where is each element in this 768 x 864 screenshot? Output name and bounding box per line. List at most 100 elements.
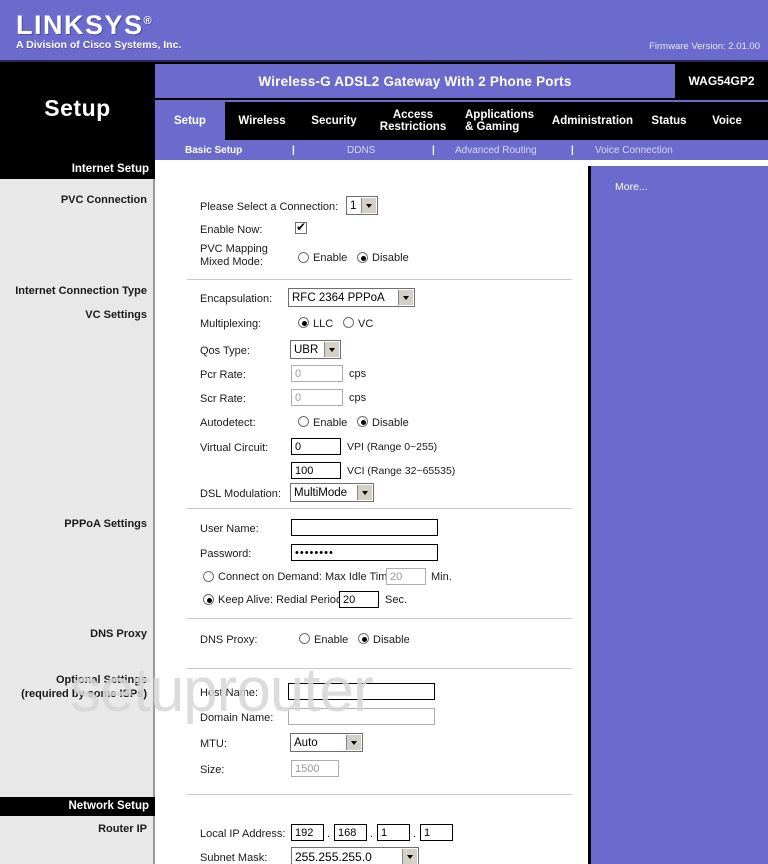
label-host-name: Host Name:: [200, 687, 259, 699]
multiplexing-vc-label: VC: [358, 318, 374, 330]
label-size: Size:: [200, 764, 225, 776]
sidebar-item-vc-settings: VC Settings: [85, 309, 147, 321]
label-password: Password:: [200, 548, 252, 560]
multiplexing-llc-radio[interactable]: [298, 317, 309, 328]
dns-proxy-disable-radio[interactable]: [358, 633, 369, 644]
qos-type-dropdown[interactable]: UBR: [290, 340, 341, 359]
local-ip-octet-2[interactable]: [334, 824, 367, 841]
pvc-mapping-enable-radio[interactable]: [298, 252, 309, 263]
subnet-mask-value: 255.255.255.0: [295, 849, 372, 864]
tab-status[interactable]: Status: [640, 115, 698, 128]
dns-proxy-enable-radio[interactable]: [299, 633, 310, 644]
scr-rate-input[interactable]: [291, 389, 343, 406]
chevron-down-icon: [361, 198, 376, 213]
dsl-modulation-dropdown[interactable]: MultiMode: [290, 483, 374, 502]
chevron-down-icon: [402, 849, 417, 864]
keep-alive-label: Keep Alive: Redial Period: [218, 594, 343, 606]
section-label-column: Internet Setup PVC Connection Internet C…: [0, 160, 155, 864]
domain-name-input[interactable]: [288, 708, 435, 725]
max-idle-time-unit: Min.: [431, 571, 452, 583]
ip-separator-3: .: [413, 828, 417, 840]
autodetect-disable-radio[interactable]: [357, 416, 368, 427]
subnav-basic-setup[interactable]: Basic Setup: [185, 145, 242, 156]
label-select-connection: Please Select a Connection:: [200, 201, 339, 213]
dns-proxy-disable-label: Disable: [373, 634, 410, 646]
label-pcr-rate: Pcr Rate:: [200, 369, 246, 381]
model-name: Wireless-G ADSL2 Gateway With 2 Phone Po…: [258, 73, 572, 89]
logo-wordmark: LINKSYS®: [16, 10, 154, 40]
tab-access-restrictions[interactable]: Access Restrictions: [369, 109, 457, 134]
tab-administration[interactable]: Administration: [545, 115, 640, 128]
tab-wireless[interactable]: Wireless: [225, 115, 299, 128]
password-input[interactable]: [291, 544, 438, 561]
chevron-down-icon: [357, 485, 372, 500]
local-ip-octet-4[interactable]: [420, 824, 453, 841]
subnet-mask-dropdown[interactable]: 255.255.255.0: [291, 847, 419, 864]
label-dns-proxy: DNS Proxy:: [200, 634, 258, 646]
enable-now-checkbox[interactable]: [295, 220, 307, 234]
label-multiplexing: Multiplexing:: [200, 318, 262, 330]
tab-security[interactable]: Security: [299, 115, 369, 128]
sidebar-item-dns-proxy: DNS Proxy: [90, 628, 147, 640]
pvc-mapping-disable-radio[interactable]: [357, 252, 368, 263]
tab-applications-gaming[interactable]: Applications & Gaming: [457, 109, 545, 134]
vci-hint: VCI (Range 32~65535): [347, 465, 456, 477]
body-area: Internet Setup PVC Connection Internet C…: [0, 160, 768, 864]
mtu-dropdown[interactable]: Auto: [290, 733, 363, 752]
label-virtual-circuit: Virtual Circuit:: [200, 442, 269, 454]
max-idle-time-input[interactable]: [386, 568, 426, 585]
tab-setup[interactable]: Setup: [155, 102, 225, 140]
local-ip-octet-1[interactable]: [291, 824, 324, 841]
tab-group: Wireless Security Access Restrictions Ap…: [225, 102, 768, 140]
chevron-down-icon: [398, 290, 413, 305]
model-number: WAG54GP2: [688, 74, 755, 88]
label-pvc-mapping-line1: PVC Mapping: [200, 243, 268, 255]
qos-type-value: UBR: [294, 343, 319, 356]
router-admin-page: LINKSYS® A Division of Cisco Systems, In…: [0, 0, 768, 864]
ip-separator-1: .: [327, 828, 331, 840]
vpi-input[interactable]: [291, 438, 341, 455]
subnav-voice-connection[interactable]: Voice Connection: [595, 145, 673, 156]
encapsulation-dropdown[interactable]: RFC 2364 PPPoA: [288, 288, 415, 307]
brand-header: LINKSYS® A Division of Cisco Systems, In…: [0, 0, 768, 62]
select-connection-value: 1: [350, 199, 357, 212]
user-name-input[interactable]: [291, 519, 438, 536]
divider-3: [187, 618, 572, 619]
autodetect-enable-label: Enable: [313, 417, 348, 429]
pvc-mapping-enable-label: Enable: [313, 252, 348, 264]
firmware-version: Firmware Version: 2.01.00: [649, 41, 760, 52]
vci-input[interactable]: [291, 462, 341, 479]
sidebar-item-optional-settings: Optional Settings: [55, 674, 147, 686]
select-connection-dropdown[interactable]: 1: [346, 196, 378, 215]
multiplexing-llc-label: LLC: [313, 318, 334, 330]
subnav-separator-2: |: [432, 144, 435, 156]
host-name-input[interactable]: [288, 683, 435, 700]
connect-on-demand-label: Connect on Demand: Max Idle Time: [218, 571, 394, 583]
help-panel: More...: [588, 166, 768, 864]
logo-tagline: A Division of Cisco Systems, Inc.: [16, 39, 182, 51]
local-ip-octet-3[interactable]: [377, 824, 410, 841]
keep-alive-radio[interactable]: [203, 594, 214, 605]
subnav-ddns[interactable]: DDNS: [347, 145, 375, 156]
dsl-modulation-value: MultiMode: [294, 486, 348, 499]
subnav-advanced-routing[interactable]: Advanced Routing: [455, 145, 537, 156]
autodetect-disable-label: Disable: [372, 417, 409, 429]
pcr-rate-unit: cps: [349, 368, 367, 380]
model-strip: Wireless-G ADSL2 Gateway With 2 Phone Po…: [155, 62, 768, 100]
pcr-rate-input[interactable]: [291, 365, 343, 382]
multiplexing-vc-radio[interactable]: [343, 317, 354, 328]
label-enable-now: Enable Now:: [200, 224, 263, 236]
chevron-down-icon: [324, 342, 339, 357]
label-user-name: User Name:: [200, 523, 259, 535]
size-input[interactable]: [291, 760, 339, 777]
connect-on-demand-radio[interactable]: [203, 571, 214, 582]
redial-period-input[interactable]: [339, 591, 379, 608]
tab-voice[interactable]: Voice: [698, 115, 756, 128]
page-title: Setup: [44, 95, 111, 121]
sidebar-item-pppoa-settings: PPPoA Settings: [64, 518, 147, 530]
redial-period-unit: Sec.: [385, 594, 408, 606]
divider-2: [187, 508, 572, 509]
autodetect-enable-radio[interactable]: [298, 416, 309, 427]
sidebar-header-network-setup: Network Setup: [0, 797, 155, 816]
more-link[interactable]: More...: [615, 181, 648, 193]
